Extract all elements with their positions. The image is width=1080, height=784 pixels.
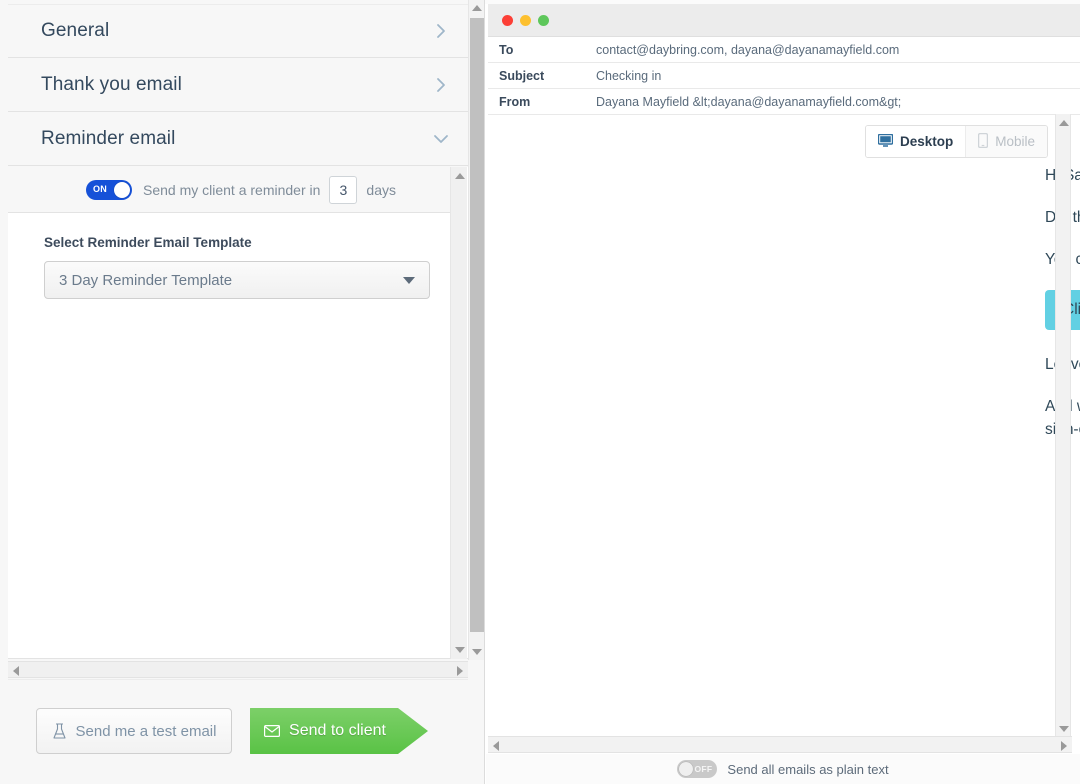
send-to-client-button-label: Send to client xyxy=(289,722,386,740)
left-panel-horizontal-scrollbar[interactable] xyxy=(8,661,468,678)
accordion-section-thank-you-email[interactable]: Thank you email xyxy=(8,58,468,112)
email-field-from-value: Dayana Mayfield &lt;dayana@dayanamayfiel… xyxy=(596,95,901,109)
accordion-section-thank-you-email-label: Thank you email xyxy=(41,74,182,96)
scroll-down-arrow-icon[interactable] xyxy=(472,649,482,655)
reminder-days-unit-label: days xyxy=(366,182,396,198)
email-field-from: From Dayana Mayfield &lt;dayana@dayanama… xyxy=(488,89,1080,115)
email-field-subject: Subject Checking in xyxy=(488,63,1080,89)
reminder-template-block: Select Reminder Email Template 3 Day Rem… xyxy=(44,235,434,299)
view-mode-desktop-button[interactable]: Desktop xyxy=(866,126,965,157)
plain-text-toggle[interactable]: OFF xyxy=(677,760,717,778)
view-mode-mobile-label: Mobile xyxy=(995,134,1035,149)
plain-text-toggle-label: Send all emails as plain text xyxy=(727,762,888,777)
scroll-left-arrow-icon[interactable] xyxy=(13,666,19,676)
minimize-window-icon[interactable] xyxy=(520,15,531,26)
reminder-toggle-state-label: ON xyxy=(93,184,107,194)
settings-left-panel: General Thank you email Reminder email xyxy=(0,0,485,784)
email-body-paragraph-3: Leave me comments or questions on any se… xyxy=(488,353,1080,376)
accordion-section-reminder-email-label: Reminder email xyxy=(41,128,175,150)
scroll-up-arrow-icon[interactable] xyxy=(455,173,465,179)
close-window-icon[interactable] xyxy=(502,15,513,26)
email-field-subject-value: Checking in xyxy=(596,69,661,83)
chevron-right-icon xyxy=(432,22,450,40)
preview-horizontal-scrollbar[interactable] xyxy=(488,736,1072,753)
reminder-template-select[interactable]: 3 Day Reminder Template xyxy=(44,261,430,299)
plain-text-toggle-state-label: OFF xyxy=(695,764,713,774)
maximize-window-icon[interactable] xyxy=(538,15,549,26)
scroll-down-arrow-icon[interactable] xyxy=(1059,726,1069,732)
email-header-fields: To contact@daybring.com, dayana@dayanama… xyxy=(488,37,1080,115)
scroll-right-arrow-icon[interactable] xyxy=(1061,741,1067,751)
preview-window-titlebar xyxy=(488,4,1080,37)
scroll-down-arrow-icon[interactable] xyxy=(455,647,465,653)
phone-icon xyxy=(978,133,988,151)
email-field-subject-label: Subject xyxy=(499,69,596,83)
preview-view-mode-switch: Desktop Mobile xyxy=(865,125,1048,158)
left-panel-vertical-scrollbar[interactable] xyxy=(468,0,484,660)
email-preview-panel: To contact@daybring.com, dayana@dayanama… xyxy=(485,4,1080,784)
email-field-from-label: From xyxy=(499,95,596,109)
send-test-email-button-label: Send me a test email xyxy=(76,723,217,740)
chevron-right-icon xyxy=(432,76,450,94)
email-settings-app: General Thank you email Reminder email xyxy=(0,0,1080,784)
monitor-icon xyxy=(878,134,893,150)
email-body-paragraph-4: And when you're ready, click the green "… xyxy=(488,395,1080,441)
accordion-section-general-label: General xyxy=(41,20,109,42)
chevron-down-icon xyxy=(432,130,450,148)
plain-text-settings-bar: OFF Send all emails as plain text xyxy=(486,754,1080,784)
accordion-section-reminder-email[interactable]: Reminder email xyxy=(8,112,468,166)
view-mode-mobile-button[interactable]: Mobile xyxy=(965,126,1047,157)
flask-icon xyxy=(52,723,67,740)
email-field-to-value: contact@daybring.com, dayana@dayanamayfi… xyxy=(596,43,899,57)
email-body-greeting: Hi Sarah, xyxy=(488,164,1080,187)
reminder-text-before: Send my client a reminder in xyxy=(143,182,320,198)
reminder-days-input[interactable] xyxy=(329,176,357,204)
chevron-down-icon xyxy=(403,277,415,284)
view-mode-desktop-label: Desktop xyxy=(900,134,953,149)
reminder-template-label: Select Reminder Email Template xyxy=(44,235,434,250)
reminder-enabled-toggle[interactable]: ON xyxy=(86,180,132,200)
reminder-panel-scrollbar[interactable] xyxy=(450,167,467,659)
scroll-up-arrow-icon[interactable] xyxy=(1059,120,1069,126)
email-body-paragraph-1: Did the proposal cover all the info you … xyxy=(488,206,1080,229)
reminder-toggle-row: ON Send my client a reminder in days xyxy=(8,167,450,213)
scroll-up-arrow-icon[interactable] xyxy=(472,5,482,11)
email-field-to: To contact@daybring.com, dayana@dayanama… xyxy=(488,37,1080,63)
email-field-to-label: To xyxy=(499,43,596,57)
send-test-email-button[interactable]: Send me a test email xyxy=(36,708,232,754)
email-body-paragraph-2: You can view it again here: xyxy=(488,248,1080,271)
scrollbar-thumb[interactable] xyxy=(470,18,484,632)
settings-accordion: General Thank you email Reminder email xyxy=(8,4,468,166)
email-body-preview: Hi Sarah, Did the proposal cover all the… xyxy=(488,164,1080,460)
reminder-email-panel: ON Send my client a reminder in days Sel… xyxy=(8,167,468,659)
accordion-section-general[interactable]: General xyxy=(8,4,468,58)
toggle-knob xyxy=(114,182,130,198)
toggle-knob xyxy=(679,762,693,776)
window-traffic-lights xyxy=(502,15,549,26)
send-to-client-button[interactable]: Send to client xyxy=(250,706,428,756)
scroll-right-arrow-icon[interactable] xyxy=(457,666,463,676)
reminder-template-selected-value: 3 Day Reminder Template xyxy=(59,272,232,289)
envelope-icon xyxy=(264,725,280,737)
preview-vertical-scrollbar[interactable] xyxy=(1055,114,1071,738)
scroll-left-arrow-icon[interactable] xyxy=(493,741,499,751)
